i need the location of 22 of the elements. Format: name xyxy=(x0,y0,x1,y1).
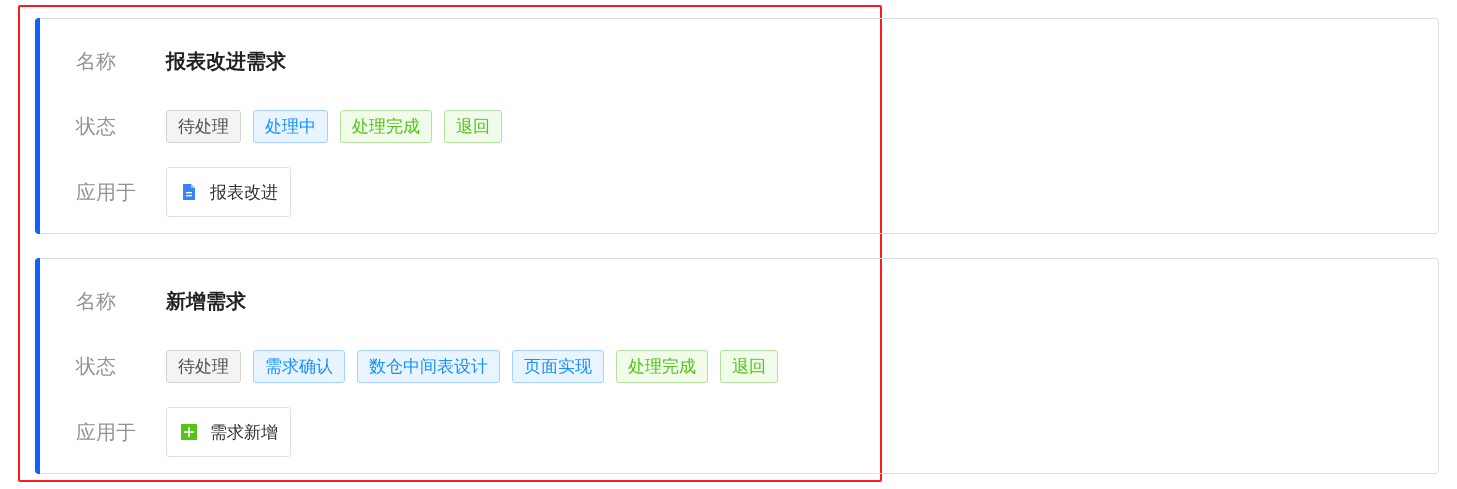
document-icon xyxy=(181,183,197,201)
applied-item[interactable]: 需求新增 xyxy=(166,407,291,457)
status-tag: 退回 xyxy=(720,350,778,383)
status-tag: 待处理 xyxy=(166,110,241,143)
status-tag: 处理完成 xyxy=(616,350,708,383)
add-icon xyxy=(181,423,197,441)
status-tag: 需求确认 xyxy=(253,350,345,383)
field-label: 名称 xyxy=(76,47,117,75)
field-label: 状态 xyxy=(76,353,117,380)
field-label: 应用于 xyxy=(76,178,137,206)
status-tag: 退回 xyxy=(444,110,502,143)
field-label: 名称 xyxy=(76,287,117,315)
status-tag: 数仓中间表设计 xyxy=(357,350,500,383)
status-tag: 处理完成 xyxy=(340,110,432,143)
applied-item[interactable]: 报表改进 xyxy=(166,167,291,217)
field-label: 状态 xyxy=(76,113,117,140)
status-tag: 页面实现 xyxy=(512,350,604,383)
field-label: 应用于 xyxy=(76,418,137,446)
requirement-name: 新增需求 xyxy=(166,287,246,315)
status-tag: 处理中 xyxy=(253,110,328,143)
status-tag: 待处理 xyxy=(166,350,241,383)
requirement-name: 报表改进需求 xyxy=(166,47,286,75)
